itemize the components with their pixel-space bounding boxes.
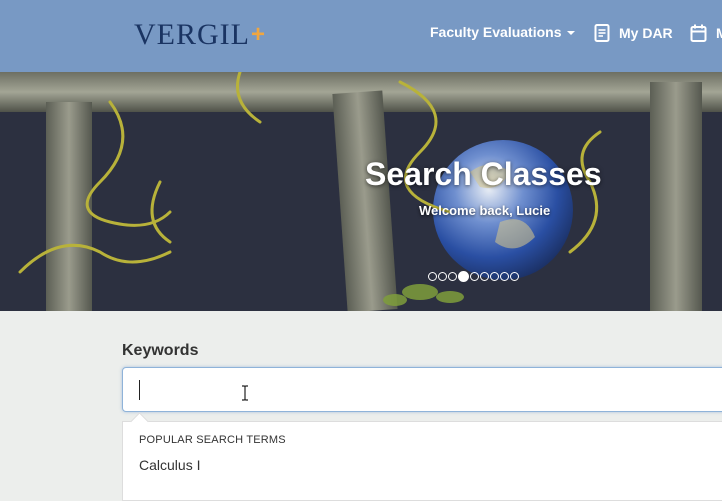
carousel-indicators [428, 271, 519, 282]
page-title: Search Classes [365, 156, 602, 192]
carousel-dot[interactable] [448, 272, 457, 281]
document-icon [594, 24, 610, 42]
carousel-dot[interactable] [500, 272, 509, 281]
top-nav-bar: VERGIL+ Faculty Evaluations My DAR M [0, 0, 722, 72]
carousel-dot-active[interactable] [458, 271, 469, 282]
suggestions-dropdown: POPULAR SEARCH TERMS Calculus I [122, 412, 722, 501]
calendar-icon [690, 24, 707, 42]
my-dar-label: My DAR [619, 25, 673, 41]
mouse-ibeam-cursor-icon [241, 385, 249, 406]
welcome-message: Welcome back, Lucie [419, 203, 551, 218]
hero-banner: Search Classes Welcome back, Lucie [0, 72, 722, 311]
carousel-dot[interactable] [428, 272, 437, 281]
dropdown-pointer [130, 412, 149, 431]
logo-text: VERGIL [134, 18, 250, 51]
keywords-label: Keywords [122, 342, 199, 359]
vergil-logo[interactable]: VERGIL+ [134, 18, 266, 52]
hero-background-image [0, 72, 722, 311]
carousel-dot[interactable] [490, 272, 499, 281]
carousel-dot[interactable] [480, 272, 489, 281]
suggestion-item[interactable]: Calculus I [139, 457, 200, 473]
calendar-link[interactable]: M [690, 24, 722, 42]
logo-plus: + [250, 21, 266, 48]
calendar-label: M [716, 25, 722, 41]
suggestions-heading: POPULAR SEARCH TERMS [139, 434, 286, 446]
carousel-dot[interactable] [470, 272, 479, 281]
keywords-input[interactable] [122, 367, 722, 412]
text-cursor [139, 380, 140, 400]
my-dar-link[interactable]: My DAR [594, 24, 673, 42]
faculty-evaluations-label: Faculty Evaluations [430, 24, 562, 40]
faculty-evaluations-menu[interactable]: Faculty Evaluations [430, 24, 576, 40]
carousel-dot[interactable] [438, 272, 447, 281]
chevron-down-icon [567, 31, 576, 35]
carousel-dot[interactable] [510, 272, 519, 281]
